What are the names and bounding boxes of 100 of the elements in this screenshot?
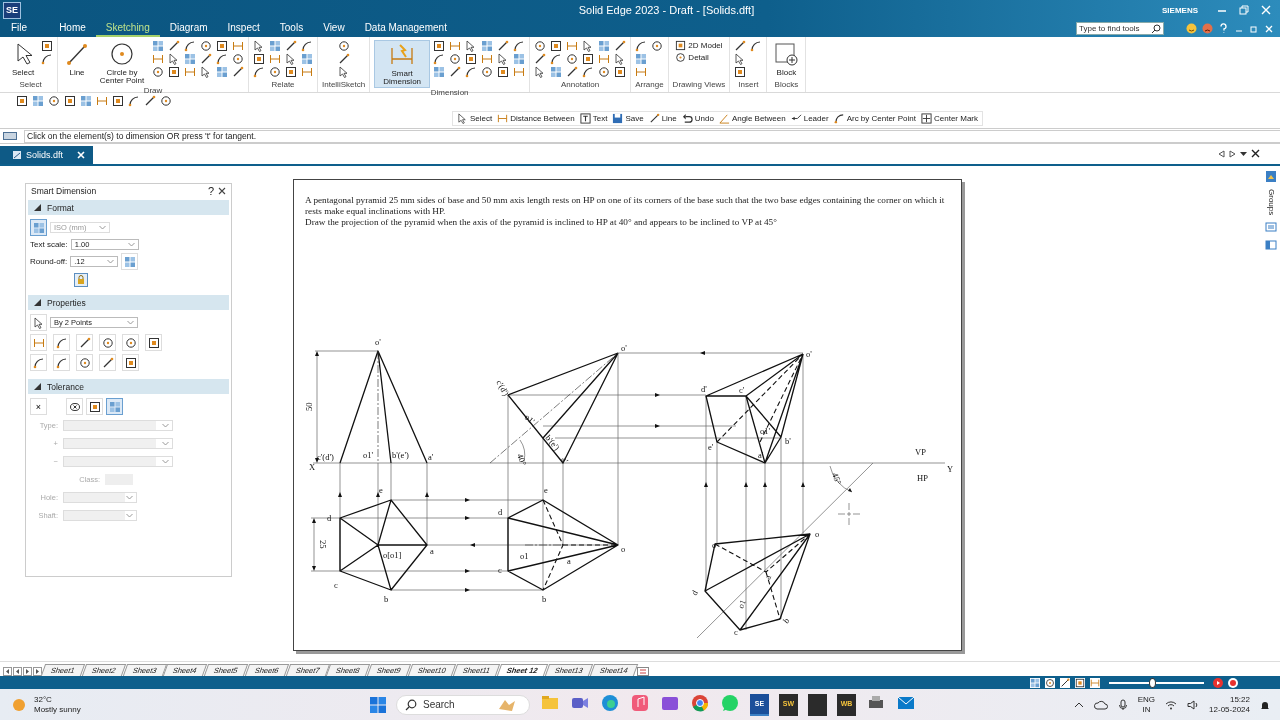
microphone-icon[interactable] <box>1117 698 1128 711</box>
circle-icon[interactable] <box>200 40 212 52</box>
right-arrow-icon[interactable] <box>23 667 32 676</box>
line-icon[interactable] <box>614 40 627 52</box>
dimension-icon[interactable] <box>301 66 313 78</box>
arc-icon[interactable] <box>128 94 140 107</box>
circle-icon[interactable] <box>152 66 164 78</box>
arc-icon[interactable] <box>582 66 595 78</box>
right-arrow-icon[interactable] <box>33 667 42 676</box>
line-icon[interactable] <box>337 53 350 65</box>
ribbon-button[interactable]: Block <box>771 40 802 78</box>
line-icon[interactable] <box>449 66 462 78</box>
circle-icon[interactable] <box>48 94 60 107</box>
cursor-icon[interactable] <box>200 66 212 78</box>
clock[interactable]: 15:22 12-05-2024 <box>1209 694 1250 715</box>
groups-tab[interactable]: Groups <box>1266 189 1276 216</box>
windows-icon[interactable] <box>370 696 386 713</box>
line-icon[interactable] <box>232 66 244 78</box>
circle-icon[interactable] <box>232 53 244 65</box>
command-button[interactable]: Text <box>579 112 608 124</box>
lock-icon[interactable] <box>74 273 88 287</box>
arc-icon[interactable] <box>253 66 265 78</box>
language-indicator[interactable]: ENG IN <box>1137 694 1156 715</box>
circle-icon[interactable] <box>269 66 281 78</box>
arc-icon[interactable] <box>513 40 526 52</box>
menu-tab[interactable]: View <box>313 20 355 37</box>
command-button[interactable]: Undo <box>681 112 714 124</box>
square-icon[interactable] <box>16 94 28 107</box>
menu-tab[interactable]: Inspect <box>217 20 270 37</box>
command-button[interactable]: Line <box>648 112 677 124</box>
app-icon[interactable] <box>808 693 827 716</box>
document-tab[interactable]: Solids.dft <box>0 146 94 164</box>
ribbon-button[interactable]: Line <box>62 40 92 78</box>
line-icon[interactable] <box>734 40 747 52</box>
dimension-icon[interactable] <box>232 40 244 52</box>
menu-tab[interactable]: Diagram <box>159 20 218 37</box>
frown-icon[interactable] <box>1202 23 1213 34</box>
circle-icon[interactable] <box>1045 677 1055 688</box>
grid-icon[interactable] <box>269 40 281 52</box>
command-button[interactable]: Arc by Center Point <box>833 112 916 124</box>
dimension-icon[interactable] <box>269 53 281 65</box>
arc-icon[interactable] <box>550 53 563 65</box>
wifi-icon[interactable] <box>1165 699 1178 710</box>
grid-icon[interactable] <box>1030 677 1040 688</box>
ribbon-button[interactable]: Detail <box>674 52 724 63</box>
circle-icon[interactable] <box>598 66 611 78</box>
command-button[interactable]: Select <box>457 112 493 124</box>
left-arrow-icon[interactable] <box>3 667 12 676</box>
line-icon[interactable] <box>497 40 510 52</box>
play-icon[interactable] <box>1213 677 1223 688</box>
square-icon[interactable] <box>465 53 478 65</box>
menu-tab[interactable]: Tools <box>269 20 314 37</box>
cloud-icon[interactable] <box>1093 699 1108 710</box>
circle-icon[interactable] <box>651 40 664 52</box>
cursor-icon[interactable] <box>253 40 265 52</box>
cursor-icon[interactable] <box>285 53 297 65</box>
left-arrow-icon[interactable] <box>1218 149 1225 158</box>
line-icon[interactable] <box>534 53 547 65</box>
section-header[interactable]: Tolerance <box>28 379 229 394</box>
arc-icon[interactable] <box>750 40 763 52</box>
square-icon[interactable] <box>433 40 446 52</box>
dimension-icon[interactable] <box>635 66 648 78</box>
square-icon[interactable] <box>41 40 53 52</box>
new-sheet-icon[interactable] <box>637 667 650 676</box>
arc-icon[interactable] <box>301 40 313 52</box>
search-field[interactable]: Type to find tools <box>1076 22 1164 35</box>
square-icon[interactable] <box>253 53 265 65</box>
square-icon[interactable] <box>497 66 510 78</box>
menu-tab[interactable]: File <box>11 20 38 37</box>
left-arrow-icon[interactable] <box>13 667 22 676</box>
close-icon[interactable] <box>218 187 226 195</box>
arc-icon[interactable] <box>465 66 478 78</box>
restore-icon[interactable] <box>1249 23 1259 34</box>
arc-icon[interactable] <box>635 40 648 52</box>
smiley-icon[interactable] <box>1186 23 1197 34</box>
cursor-icon[interactable] <box>168 53 180 65</box>
command-button[interactable]: Distance Between <box>497 112 575 124</box>
restore-icon[interactable] <box>1238 4 1250 16</box>
arc-icon[interactable] <box>433 53 446 65</box>
dropdown-icon[interactable] <box>1240 149 1247 158</box>
circle-icon[interactable] <box>449 53 462 65</box>
line-icon[interactable] <box>1060 677 1070 688</box>
cursor-icon[interactable] <box>337 66 350 78</box>
circle-icon[interactable] <box>566 53 579 65</box>
dimension-icon[interactable] <box>184 66 196 78</box>
arc-icon[interactable] <box>216 53 228 65</box>
section-header[interactable]: Properties <box>28 295 229 310</box>
command-button[interactable]: Leader <box>790 112 829 124</box>
command-button[interactable]: Angle Between <box>718 112 786 124</box>
menu-tab[interactable]: Home <box>49 20 96 37</box>
ribbon-button[interactable]: 2D Model <box>674 40 724 51</box>
arc-icon[interactable] <box>41 53 53 65</box>
close-icon[interactable] <box>1251 149 1260 158</box>
line-icon[interactable] <box>285 40 297 52</box>
square-icon[interactable] <box>168 66 180 78</box>
square-icon[interactable] <box>64 94 76 107</box>
square-icon[interactable] <box>112 94 124 107</box>
record-icon[interactable] <box>1228 677 1238 688</box>
command-button[interactable]: Save <box>612 112 644 124</box>
grid-icon[interactable] <box>152 40 164 52</box>
